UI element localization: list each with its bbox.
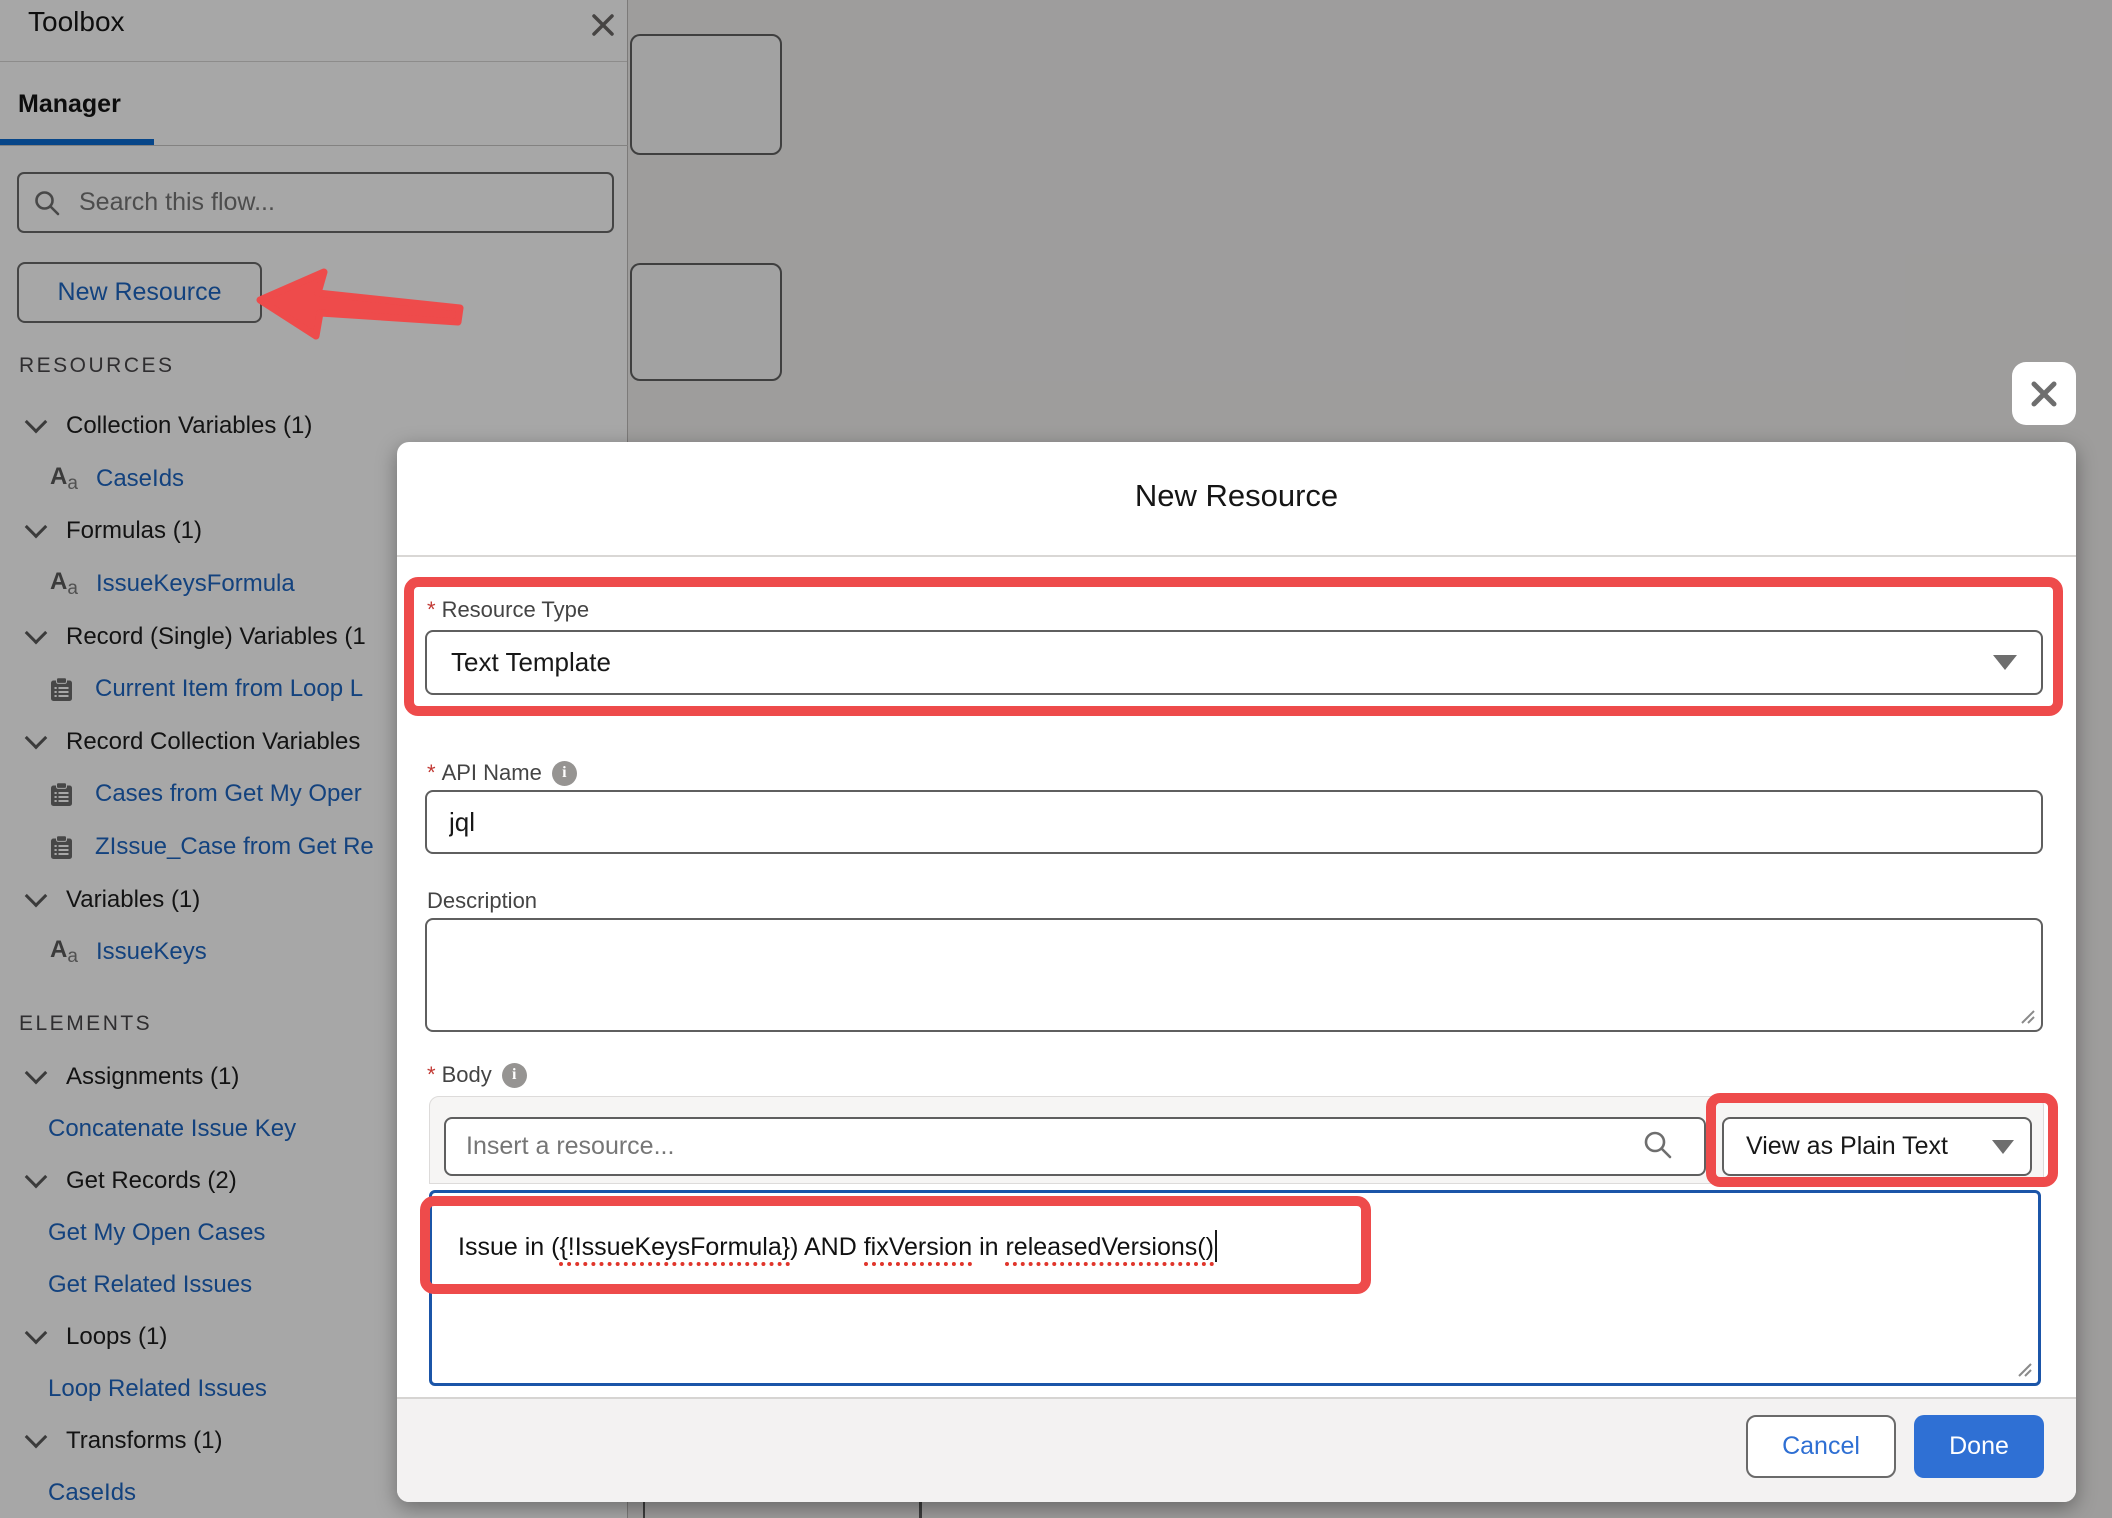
insert-resource-input[interactable] [444, 1117, 1706, 1176]
new-resource-modal: New Resource *Resource Type Text Templat… [397, 442, 2076, 1502]
required-asterisk: * [427, 760, 436, 785]
info-icon[interactable]: i [552, 761, 577, 786]
body-text-segment: in [972, 1233, 1005, 1261]
resize-grip-icon[interactable] [2013, 1358, 2033, 1378]
resize-grip-icon[interactable] [2016, 1005, 2036, 1025]
misspelled-text: {!IssueKeysFormula} [559, 1233, 790, 1266]
chevron-down-icon [1993, 655, 2017, 670]
view-as-plain-text-select[interactable]: View as Plain Text [1722, 1117, 2032, 1176]
required-asterisk: * [427, 597, 436, 622]
text-cursor [1215, 1230, 1217, 1262]
info-icon[interactable]: i [502, 1063, 527, 1088]
misspelled-text: fixVersion [864, 1233, 972, 1266]
screenshot-root: › Toolbox Manager New Resource RESOU [0, 0, 2112, 1518]
resource-type-value: Text Template [451, 647, 611, 678]
body-text-segment: Issue in ( [458, 1233, 559, 1261]
body-label: *Body i [427, 1062, 527, 1088]
modal-title: New Resource [397, 478, 2076, 514]
body-richtext-toolbar: View as Plain Text [429, 1096, 2044, 1184]
api-name-label: *API Name i [427, 760, 577, 786]
view-mode-value: View as Plain Text [1746, 1132, 1948, 1161]
chevron-down-icon [1992, 1140, 2014, 1154]
required-asterisk: * [427, 1062, 436, 1087]
close-icon [2027, 377, 2061, 411]
api-name-input[interactable] [425, 790, 2043, 854]
description-label: Description [427, 888, 537, 914]
modal-header-divider [397, 555, 2076, 557]
done-button[interactable]: Done [1914, 1415, 2044, 1478]
search-icon [1642, 1129, 1674, 1161]
resource-type-label: *Resource Type [427, 597, 589, 623]
modal-close-button[interactable] [2012, 362, 2076, 425]
body-textarea[interactable]: Issue in ({!IssueKeysFormula}) AND fixVe… [429, 1190, 2041, 1386]
body-text: Issue in ({!IssueKeysFormula}) AND fixVe… [458, 1233, 1214, 1266]
resource-type-select[interactable]: Text Template [425, 630, 2043, 695]
misspelled-text: releasedVersions() [1005, 1233, 1213, 1266]
cancel-button[interactable]: Cancel [1746, 1415, 1896, 1478]
description-textarea[interactable] [425, 918, 2043, 1032]
body-text-segment: ) AND [790, 1233, 864, 1261]
